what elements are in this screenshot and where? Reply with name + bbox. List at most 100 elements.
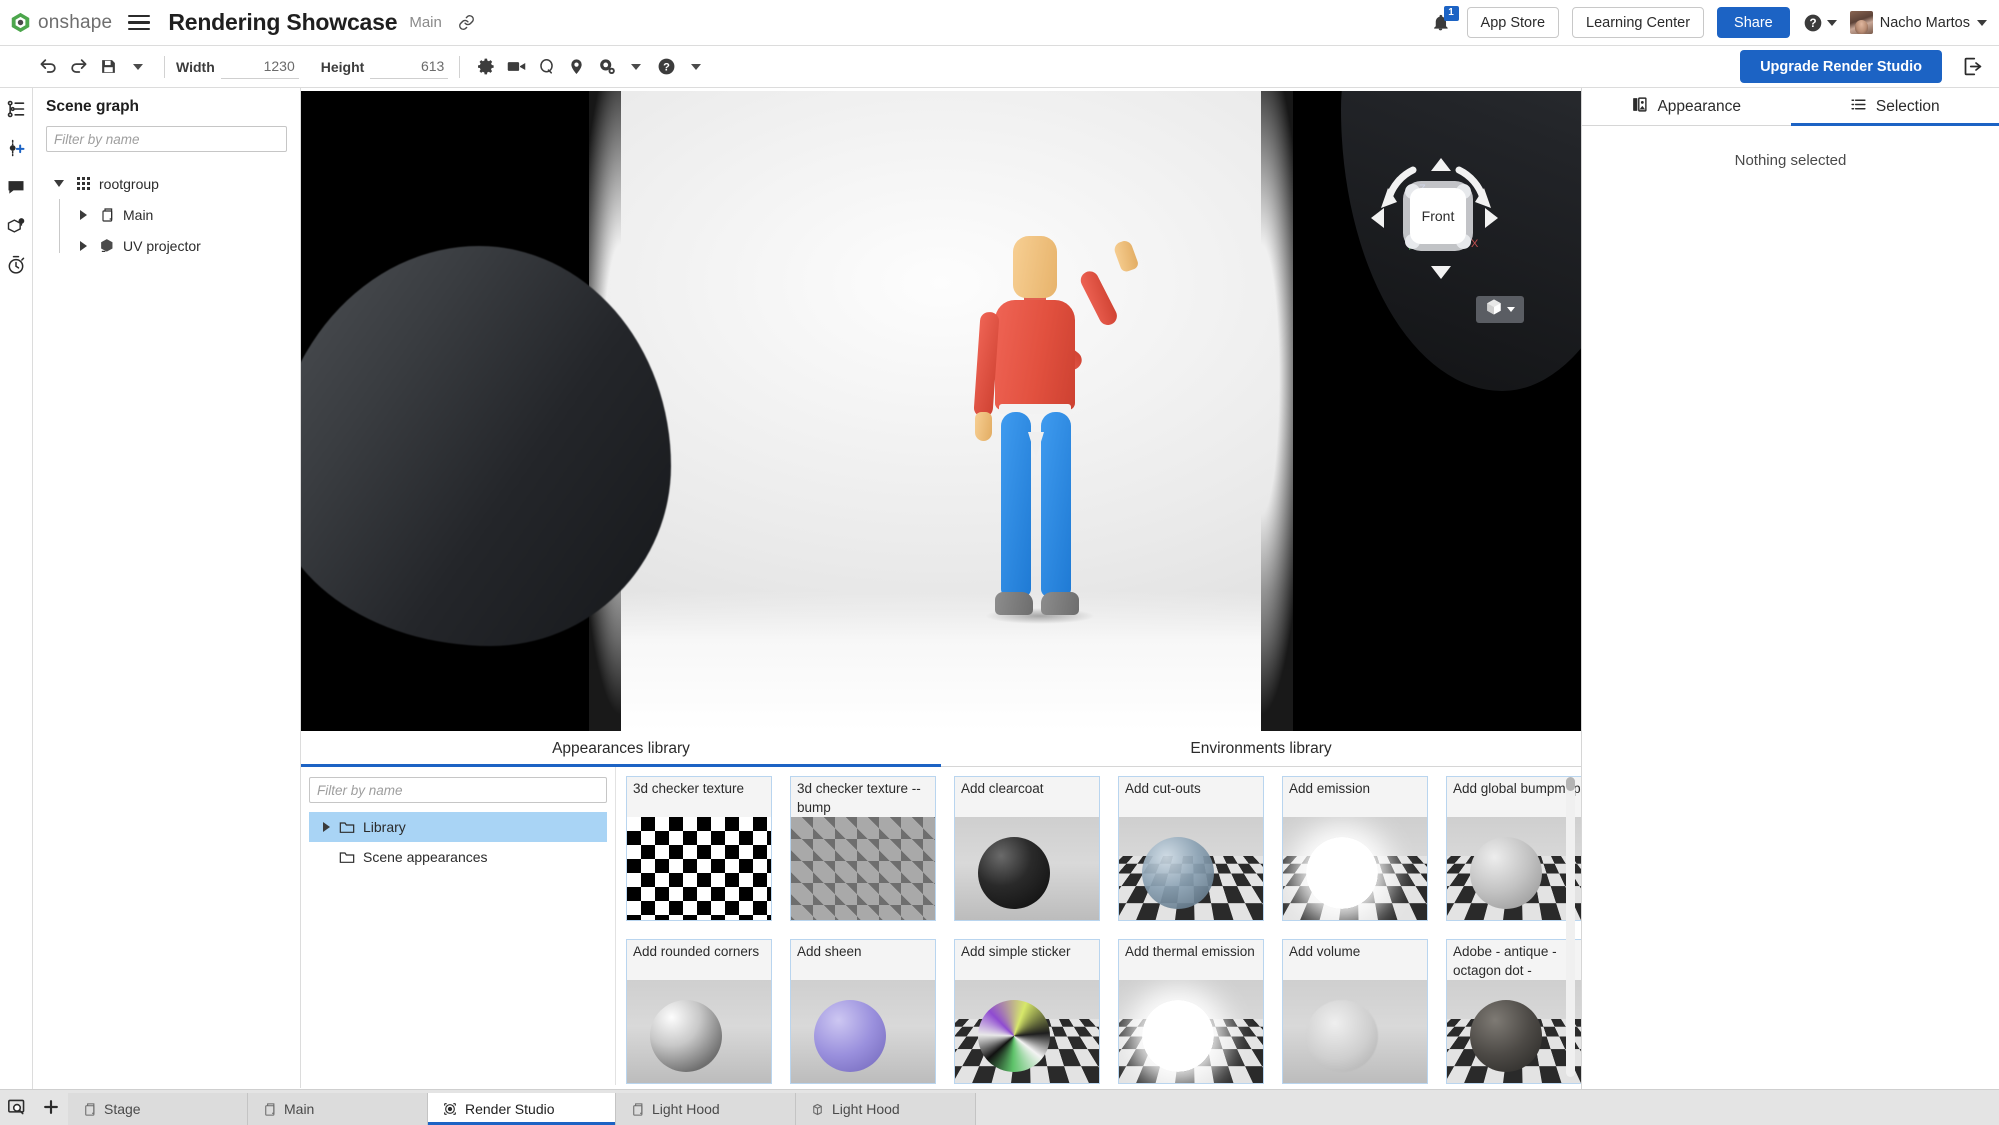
comment-icon[interactable] [3, 174, 29, 200]
uv-projector-icon [96, 237, 118, 254]
render-settings-icon[interactable] [591, 53, 621, 81]
tab-search-icon[interactable] [0, 1089, 34, 1125]
gear-icon[interactable] [471, 53, 501, 81]
appearance-card[interactable]: Add sheen [790, 939, 936, 1084]
bottom-tab-light-hood-1[interactable]: Light Hood [616, 1093, 796, 1125]
map-pin-icon[interactable] [561, 53, 591, 81]
help-menu[interactable]: ? [1803, 13, 1837, 33]
appearance-card[interactable]: Add global bumpmap [1446, 776, 1581, 921]
appearance-card[interactable]: Add thermal emission [1118, 939, 1264, 1084]
library-tree-item-label: Library [363, 819, 406, 835]
onshape-logo-icon [10, 12, 31, 33]
undo-icon[interactable] [33, 53, 63, 81]
save-dropdown-icon[interactable] [123, 53, 153, 81]
view-cube-face-front[interactable]: Front [1410, 188, 1466, 244]
bottom-tab-label: Light Hood [652, 1101, 720, 1117]
mannequin-foot-right [1041, 592, 1079, 615]
part-properties-icon[interactable] [3, 213, 29, 239]
user-menu[interactable]: Nacho Martos [1850, 11, 1987, 34]
tab-appearance[interactable]: Appearance [1582, 88, 1791, 125]
part-studio-icon [82, 1102, 97, 1117]
library-tabs: Appearances library Environments library [301, 731, 1581, 767]
user-name: Nacho Martos [1880, 15, 1970, 31]
appearance-card[interactable]: Add volume [1282, 939, 1428, 1084]
appearance-card[interactable]: Add rounded corners [626, 939, 772, 1084]
appearance-card[interactable]: 3d checker texture -- bump [790, 776, 936, 921]
folder-icon [337, 820, 357, 834]
appearance-card[interactable]: Add emission [1282, 776, 1428, 921]
arrow-left-icon[interactable] [1371, 208, 1384, 228]
exit-icon[interactable] [1962, 56, 1983, 77]
tab-environments-library[interactable]: Environments library [941, 731, 1581, 766]
bottom-tab-light-hood-2[interactable]: Light Hood [796, 1093, 976, 1125]
library-scrollbar[interactable] [1566, 777, 1575, 1077]
height-input[interactable] [370, 54, 448, 79]
appearance-card[interactable]: Add clearcoat [954, 776, 1100, 921]
tree-children: Main UV projector [46, 199, 287, 261]
appearance-card-label: Add sheen [791, 940, 935, 980]
chevron-right-icon[interactable] [70, 210, 96, 220]
scene-graph-title: Scene graph [46, 98, 287, 116]
render-viewport[interactable]: Z X Y Front [301, 91, 1581, 731]
brand[interactable]: onshape [0, 12, 112, 34]
bottom-tab-main[interactable]: Main [248, 1093, 428, 1125]
library-tree-item-scene-appearances[interactable]: Scene appearances [309, 842, 607, 872]
view-cube[interactable]: Z X Y Front [1361, 146, 1511, 306]
svg-text:?: ? [1809, 17, 1816, 30]
library-filter-input[interactable] [309, 777, 607, 803]
tab-appearances-library[interactable]: Appearances library [301, 731, 941, 766]
tree-node-label: Main [123, 207, 153, 223]
video-camera-icon[interactable] [501, 53, 531, 81]
light-icon[interactable] [531, 53, 561, 81]
left-icon-rail [0, 88, 33, 1125]
appearance-thumbnail [955, 817, 1099, 920]
history-icon[interactable] [3, 252, 29, 278]
add-tab-button[interactable] [34, 1089, 68, 1125]
chevron-down-icon[interactable] [46, 180, 72, 187]
library-tree-pane: Library Scene appearances [301, 767, 616, 1085]
notifications-button[interactable]: 1 [1428, 10, 1454, 36]
appearance-card-label: Add global bumpmap [1447, 777, 1581, 817]
chevron-down-icon [1977, 20, 1987, 26]
arrow-right-icon[interactable] [1485, 208, 1498, 228]
add-node-icon[interactable] [3, 135, 29, 161]
question-circle-icon[interactable]: ? [651, 53, 681, 81]
appearance-card[interactable]: Add simple sticker [954, 939, 1100, 1084]
bottom-tab-stage[interactable]: Stage [68, 1093, 248, 1125]
tree-guide-line [59, 199, 60, 253]
appearance-card[interactable]: 3d checker texture [626, 776, 772, 921]
chevron-down-icon [1827, 20, 1837, 26]
tree-node-uv-projector[interactable]: UV projector [70, 230, 287, 261]
appearance-card[interactable]: Adobe - antique - octagon dot - [1446, 939, 1581, 1084]
share-button[interactable]: Share [1717, 7, 1790, 38]
bottom-tab-render-studio[interactable]: Render Studio [428, 1093, 616, 1125]
appearance-thumbnail [1283, 980, 1427, 1083]
mannequin-model[interactable] [933, 236, 1153, 656]
view-style-button[interactable] [1476, 296, 1524, 323]
appearance-card-label: Add clearcoat [955, 777, 1099, 817]
chevron-right-icon[interactable] [70, 241, 96, 251]
link-icon[interactable] [458, 14, 475, 31]
width-input[interactable] [221, 54, 299, 79]
library-tree-item-label: Scene appearances [363, 849, 488, 865]
render-dropdown-icon[interactable] [621, 53, 651, 81]
app-store-button[interactable]: App Store [1467, 7, 1560, 38]
tab-selection[interactable]: Selection [1791, 88, 1999, 125]
appearance-card[interactable]: Add cut-outs [1118, 776, 1264, 921]
part-studio-icon [262, 1102, 277, 1117]
appearance-card-label: Add emission [1283, 777, 1427, 817]
feature-list-icon[interactable] [3, 96, 29, 122]
redo-icon[interactable] [63, 53, 93, 81]
chevron-right-icon[interactable] [315, 822, 337, 832]
save-icon[interactable] [93, 53, 123, 81]
learning-center-button[interactable]: Learning Center [1572, 7, 1704, 38]
hamburger-icon[interactable] [128, 15, 150, 31]
tree-node-main[interactable]: Main [70, 199, 287, 230]
scene-graph-filter-input[interactable] [46, 126, 287, 152]
library-tree-item-library[interactable]: Library [309, 812, 607, 842]
upgrade-render-studio-button[interactable]: Upgrade Render Studio [1740, 50, 1942, 83]
tree-node-rootgroup[interactable]: rootgroup [46, 168, 287, 199]
arrow-down-icon[interactable] [1431, 266, 1451, 279]
arrow-up-icon[interactable] [1431, 158, 1451, 171]
help-dropdown-icon[interactable] [681, 53, 711, 81]
